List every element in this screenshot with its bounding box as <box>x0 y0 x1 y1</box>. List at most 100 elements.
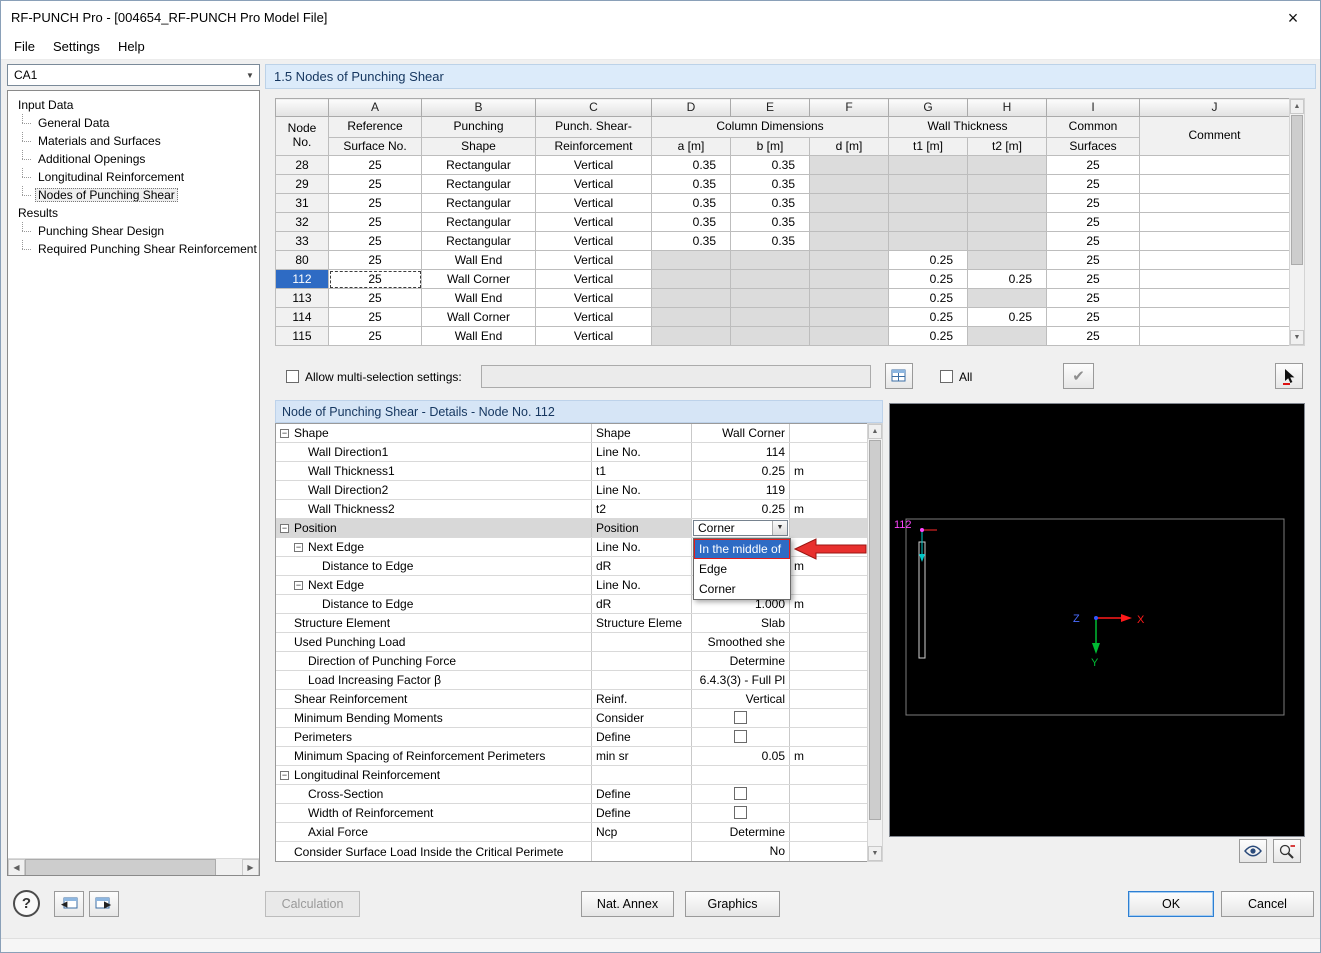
cell-g-node-29[interactable] <box>889 175 968 194</box>
cell-ref-node-29[interactable]: 25 <box>329 175 422 194</box>
detail-label[interactable]: Shear Reinforcement <box>276 690 592 708</box>
collapse-expander-icon[interactable]: − <box>280 429 289 438</box>
detail-label[interactable]: Minimum Bending Moments <box>276 709 592 727</box>
cell-h-node-29[interactable] <box>968 175 1047 194</box>
cell-node-node-113[interactable]: 113 <box>276 289 329 308</box>
col-letter-e[interactable]: E <box>731 99 810 117</box>
cell-shape-node-33[interactable]: Rectangular <box>422 232 536 251</box>
detail-value[interactable]: Determine <box>692 823 790 841</box>
cell-g-node-115[interactable]: 0.25 <box>889 327 968 346</box>
col-letter-i[interactable]: I <box>1047 99 1140 117</box>
detail-label[interactable]: Width of Reinforcement <box>276 804 592 822</box>
details-vertical-scrollbar[interactable]: ▲ ▼ <box>867 423 883 862</box>
detail-label[interactable]: Wall Thickness2 <box>276 500 592 518</box>
cell-e-node-114[interactable] <box>731 308 810 327</box>
scroll-thumb[interactable] <box>1291 115 1303 265</box>
cell-shape-node-115[interactable]: Wall End <box>422 327 536 346</box>
cell-i-node-80[interactable]: 25 <box>1047 251 1140 270</box>
scroll-right-icon[interactable]: ▶ <box>242 859 259 876</box>
cell-i-node-114[interactable]: 25 <box>1047 308 1140 327</box>
detail-label[interactable]: Load Increasing Factor β <box>276 671 592 689</box>
cell-reinf-node-31[interactable]: Vertical <box>536 194 652 213</box>
cell-ref-node-114[interactable]: 25 <box>329 308 422 327</box>
cell-h-node-28[interactable] <box>968 156 1047 175</box>
cell-f-node-114[interactable] <box>810 308 889 327</box>
cell-shape-node-113[interactable]: Wall End <box>422 289 536 308</box>
close-icon[interactable]: × <box>1276 3 1310 33</box>
cell-i-node-113[interactable]: 25 <box>1047 289 1140 308</box>
cell-d-node-33[interactable]: 0.35 <box>652 232 731 251</box>
detail-value[interactable]: Determine <box>692 652 790 670</box>
cell-h-node-32[interactable] <box>968 213 1047 232</box>
cell-e-node-29[interactable]: 0.35 <box>731 175 810 194</box>
cell-i-node-31[interactable]: 25 <box>1047 194 1140 213</box>
case-selector[interactable]: CA1 ▼ <box>7 64 260 86</box>
cell-j-node-114[interactable] <box>1140 308 1290 327</box>
cell-shape-node-32[interactable]: Rectangular <box>422 213 536 232</box>
sidebar-horizontal-scrollbar[interactable]: ◀ ▶ <box>8 858 259 875</box>
nat-annex-button[interactable]: Nat. Annex <box>581 891 674 917</box>
tree-item-input-data[interactable]: Input Data <box>8 96 259 114</box>
cell-h-node-31[interactable] <box>968 194 1047 213</box>
scroll-left-icon[interactable]: ◀ <box>8 859 25 876</box>
detail-value[interactable]: 119 <box>692 481 790 499</box>
cell-g-node-33[interactable] <box>889 232 968 251</box>
detail-label[interactable]: Distance to Edge <box>276 557 592 575</box>
detail-label[interactable]: Distance to Edge <box>276 595 592 613</box>
detail-label[interactable]: −Next Edge <box>276 538 592 556</box>
cell-reinf-node-33[interactable]: Vertical <box>536 232 652 251</box>
cell-d-node-80[interactable] <box>652 251 731 270</box>
menu-help[interactable]: Help <box>109 36 154 57</box>
cell-d-node-31[interactable]: 0.35 <box>652 194 731 213</box>
multi-selection-checkbox[interactable] <box>286 370 299 383</box>
viewport-canvas[interactable]: 112 X Y Z <box>890 404 1304 836</box>
show-graphic-button[interactable] <box>1239 839 1267 863</box>
cell-d-node-32[interactable]: 0.35 <box>652 213 731 232</box>
cell-d-node-115[interactable] <box>652 327 731 346</box>
cell-g-node-31[interactable] <box>889 194 968 213</box>
detail-value[interactable]: Slab <box>692 614 790 632</box>
cell-d-node-112[interactable] <box>652 270 731 289</box>
cell-i-node-29[interactable]: 25 <box>1047 175 1140 194</box>
tree-item-longitudinal-reinforcement[interactable]: Longitudinal Reinforcement <box>8 168 259 186</box>
detail-label[interactable]: Direction of Punching Force <box>276 652 592 670</box>
cell-e-node-33[interactable]: 0.35 <box>731 232 810 251</box>
scroll-track[interactable] <box>25 859 242 876</box>
cell-d-node-113[interactable] <box>652 289 731 308</box>
col-letter-g[interactable]: G <box>889 99 968 117</box>
calculation-button[interactable]: Calculation <box>265 891 360 917</box>
pick-node-graphically-button[interactable] <box>1275 363 1303 389</box>
cell-node-node-31[interactable]: 31 <box>276 194 329 213</box>
cell-f-node-33[interactable] <box>810 232 889 251</box>
cell-j-node-28[interactable] <box>1140 156 1290 175</box>
cell-e-node-80[interactable] <box>731 251 810 270</box>
cell-reinf-node-28[interactable]: Vertical <box>536 156 652 175</box>
detail-label[interactable]: −Longitudinal Reinforcement <box>276 766 592 784</box>
detail-label[interactable]: Consider Surface Load Inside the Critica… <box>276 842 592 861</box>
graphics-button[interactable]: Graphics <box>685 891 780 917</box>
col-letter-b[interactable]: B <box>422 99 536 117</box>
cell-h-node-113[interactable] <box>968 289 1047 308</box>
cell-h-node-112[interactable]: 0.25 <box>968 270 1047 289</box>
cell-reinf-node-29[interactable]: Vertical <box>536 175 652 194</box>
cell-e-node-28[interactable]: 0.35 <box>731 156 810 175</box>
chevron-down-icon[interactable]: ▼ <box>241 71 259 80</box>
cell-ref-node-113[interactable]: 25 <box>329 289 422 308</box>
cell-f-node-113[interactable] <box>810 289 889 308</box>
scroll-thumb[interactable] <box>25 859 216 876</box>
cell-g-node-112[interactable]: 0.25 <box>889 270 968 289</box>
detail-value[interactable]: Smoothed she <box>692 633 790 651</box>
cell-node-node-115[interactable]: 115 <box>276 327 329 346</box>
detail-value[interactable]: 0.25 <box>692 500 790 518</box>
cell-f-node-28[interactable] <box>810 156 889 175</box>
collapse-expander-icon[interactable]: − <box>280 771 289 780</box>
multi-selection-input[interactable] <box>481 365 871 388</box>
detail-value[interactable] <box>692 728 790 746</box>
help-icon[interactable]: ? <box>13 890 40 917</box>
cell-d-node-28[interactable]: 0.35 <box>652 156 731 175</box>
cell-f-node-112[interactable] <box>810 270 889 289</box>
zoom-to-node-button[interactable] <box>1273 839 1301 863</box>
detail-value[interactable] <box>692 766 790 784</box>
cell-j-node-32[interactable] <box>1140 213 1290 232</box>
detail-value[interactable]: 114 <box>692 443 790 461</box>
